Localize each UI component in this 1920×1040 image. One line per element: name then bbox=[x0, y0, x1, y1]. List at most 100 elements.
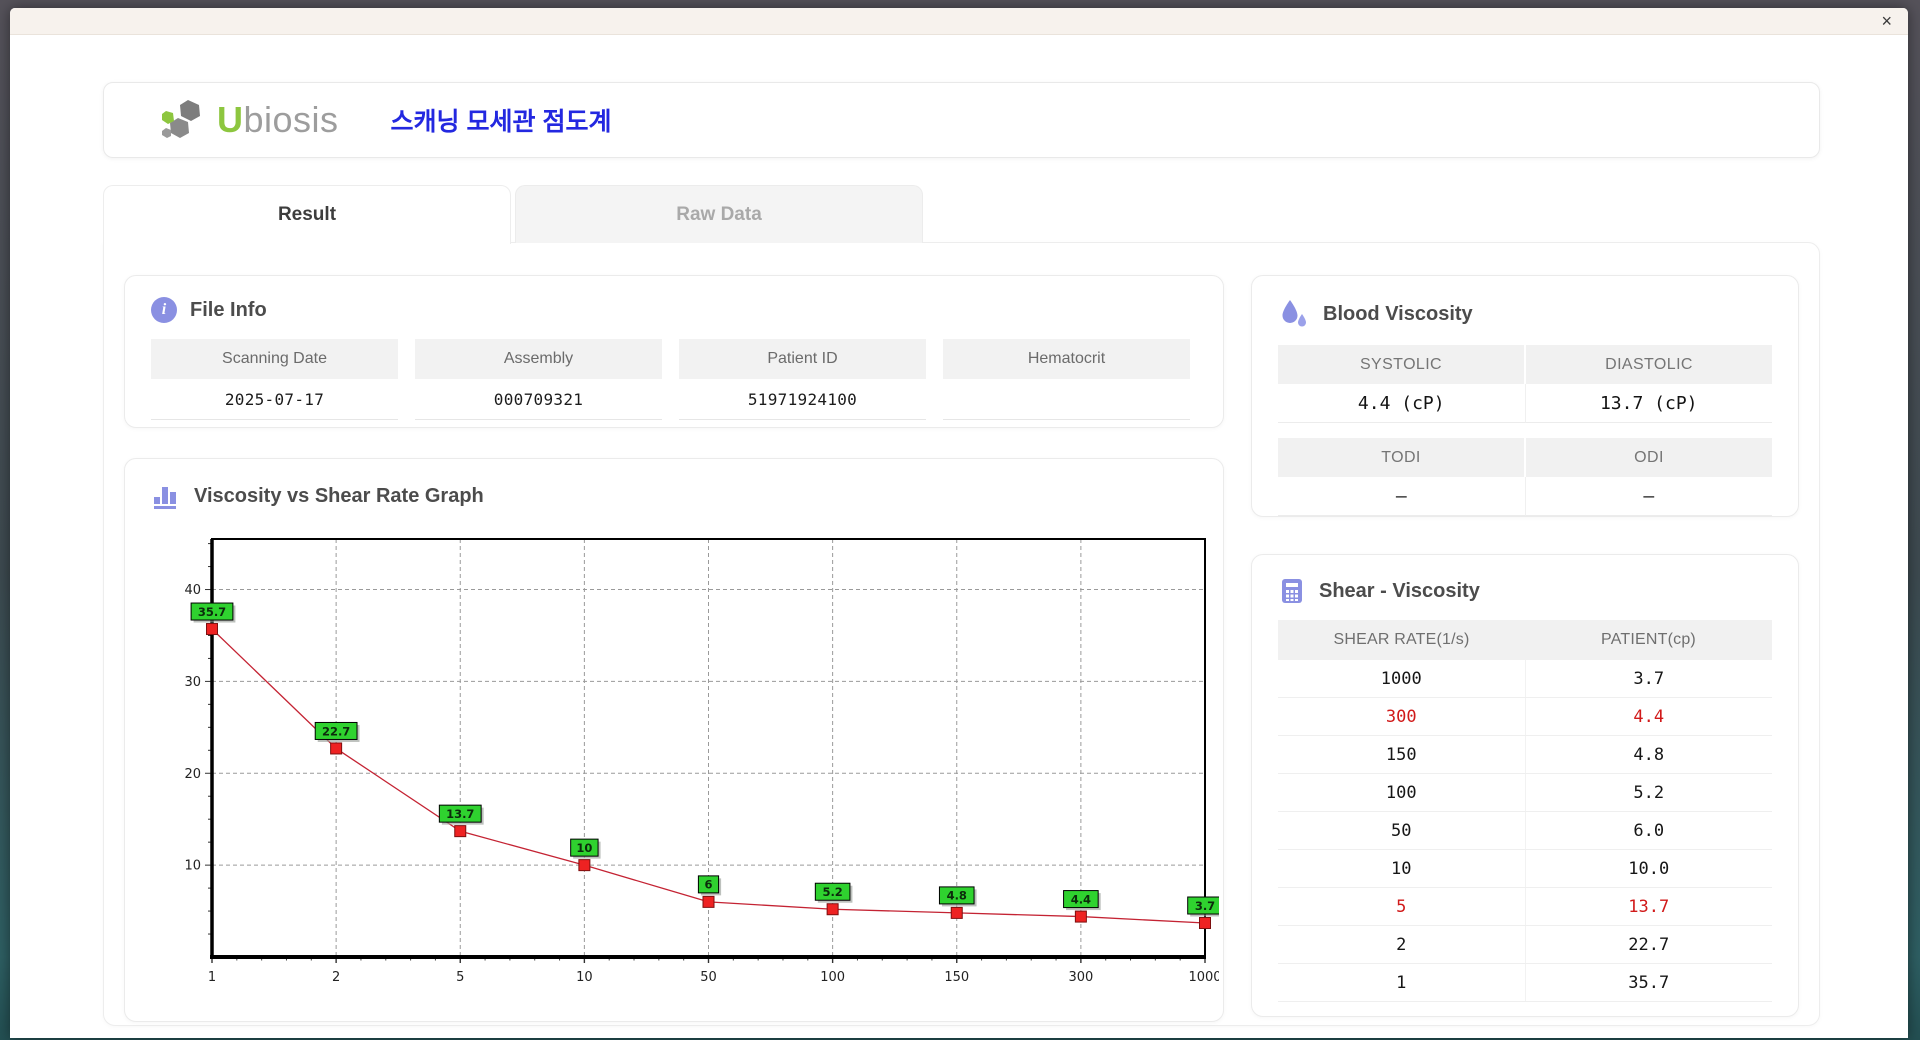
file-info-field: Hematocrit bbox=[943, 339, 1190, 420]
tab-result[interactable]: Result bbox=[103, 185, 511, 244]
brand-logo: Ubiosis bbox=[158, 94, 339, 146]
sv-patient-cell: 22.7 bbox=[1524, 926, 1773, 963]
sv-shear-cell: 1000 bbox=[1380, 668, 1422, 689]
bv-header-row: SYSTOLIC DIASTOLIC bbox=[1278, 345, 1772, 384]
bv-header-cell: ODI bbox=[1524, 438, 1772, 477]
bv-value-cell: – bbox=[1524, 477, 1772, 516]
table-row: 10 10.0 bbox=[1278, 850, 1772, 888]
viscosity-graph-card: Viscosity vs Shear Rate Graph 10 20 30 40 1 2… bbox=[124, 458, 1225, 1022]
sv-shear-cell: 300 bbox=[1385, 706, 1417, 727]
file-info-fields: Scanning Date 2025-07-17 Assembly 000709321… bbox=[151, 339, 1197, 420]
bv-header-row: TODI ODI bbox=[1278, 438, 1772, 477]
svg-text:20: 20 bbox=[184, 767, 201, 782]
blood-viscosity-group: SYSTOLIC DIASTOLIC 4.4 (cP) 13.7 (cP) bbox=[1278, 345, 1772, 423]
bv-header-cell: SYSTOLIC bbox=[1278, 345, 1524, 384]
sv-patient-cell: 4.4 bbox=[1524, 698, 1773, 735]
page-title: 스캐닝 모세관 점도계 bbox=[390, 108, 612, 136]
droplets-icon bbox=[1282, 300, 1306, 327]
sv-shear-cell: 2 bbox=[1396, 934, 1407, 955]
bv-header-cell: DIASTOLIC bbox=[1524, 345, 1772, 384]
bar-chart-icon bbox=[154, 487, 176, 509]
shear-viscosity-title: Shear - Viscosity bbox=[1319, 579, 1480, 602]
brand-text: Ubiosis bbox=[217, 99, 339, 141]
svg-text:6: 6 bbox=[704, 878, 712, 892]
shear-viscosity-table: SHEAR RATE(1/s) PATIENT(cp) 1000 3.7 300 4.4 1… bbox=[1278, 620, 1772, 1002]
bv-value-cell: 4.4 (cP) bbox=[1278, 384, 1525, 423]
bv-value-cell: – bbox=[1278, 477, 1525, 516]
svg-text:300: 300 bbox=[1068, 970, 1093, 985]
bv-value-row: 4.4 (cP) 13.7 (cP) bbox=[1278, 384, 1772, 423]
svg-text:5: 5 bbox=[456, 970, 464, 985]
sv-shear-cell: 150 bbox=[1385, 744, 1417, 765]
result-panel: i File Info Scanning Date 2025-07-17 Assem… bbox=[103, 242, 1820, 1026]
blood-viscosity-title: Blood Viscosity bbox=[1323, 302, 1473, 325]
shear-viscosity-card: Shear - Viscosity SHEAR RATE(1/s) PATIENT… bbox=[1251, 554, 1799, 1017]
table-row: 5 13.7 bbox=[1278, 888, 1772, 926]
bv-value-row: – – bbox=[1278, 477, 1772, 516]
close-icon[interactable]: × bbox=[1881, 12, 1892, 30]
header-card: Ubiosis 스캐닝 모세관 점도계 bbox=[103, 82, 1820, 158]
tab-bar: Result Raw Data bbox=[103, 185, 1820, 244]
brand-u: U bbox=[217, 99, 244, 140]
table-row: 300 4.4 bbox=[1278, 698, 1772, 736]
ubiosis-logo-icon bbox=[162, 100, 200, 138]
field-label: Hematocrit bbox=[943, 339, 1190, 379]
sv-patient-cell: 10.0 bbox=[1524, 850, 1773, 887]
table-row: 50 6.0 bbox=[1278, 812, 1772, 850]
svg-text:13.7: 13.7 bbox=[446, 807, 474, 821]
sv-shear-cell: 50 bbox=[1391, 820, 1412, 841]
app-window: × Ubiosis 스캐닝 모세관 점도계 Result Raw Data i … bbox=[10, 8, 1908, 1038]
sv-patient-cell: 5.2 bbox=[1524, 774, 1773, 811]
right-column: Blood Viscosity SYSTOLIC DIASTOLIC 4.4 (cP… bbox=[1251, 275, 1799, 1025]
blood-viscosity-card: Blood Viscosity SYSTOLIC DIASTOLIC 4.4 (cP… bbox=[1251, 275, 1799, 517]
table-row: 150 4.8 bbox=[1278, 736, 1772, 774]
sv-header-cell: SHEAR RATE(1/s) bbox=[1333, 631, 1470, 648]
brand-rest: biosis bbox=[243, 99, 339, 140]
bv-value-cell: 13.7 (cP) bbox=[1524, 384, 1772, 423]
svg-text:1000: 1000 bbox=[1188, 970, 1219, 985]
graph-title: Viscosity vs Shear Rate Graph bbox=[194, 484, 484, 507]
file-info-field: Scanning Date 2025-07-17 bbox=[151, 339, 398, 420]
svg-text:3.7: 3.7 bbox=[1195, 899, 1215, 913]
sv-shear-cell: 10 bbox=[1391, 858, 1412, 879]
field-label: Assembly bbox=[415, 339, 662, 379]
info-icon: i bbox=[151, 297, 177, 323]
blood-viscosity-table: SYSTOLIC DIASTOLIC 4.4 (cP) 13.7 (cP) TODI OD… bbox=[1278, 345, 1772, 516]
svg-text:150: 150 bbox=[944, 970, 969, 985]
table-row: 1 35.7 bbox=[1278, 964, 1772, 1002]
field-value: 2025-07-17 bbox=[151, 379, 398, 420]
titlebar: × bbox=[10, 8, 1908, 35]
svg-text:30: 30 bbox=[184, 675, 201, 690]
svg-text:4.8: 4.8 bbox=[947, 889, 967, 903]
svg-text:50: 50 bbox=[700, 970, 717, 985]
chart-svg: 10 20 30 40 1 2 5 10 50 100 150 300 1000 35.7 22.7 13.7… bbox=[184, 538, 1225, 985]
main-content: Ubiosis 스캐닝 모세관 점도계 Result Raw Data i Fi… bbox=[10, 35, 1908, 1026]
sv-header-cell: PATIENT(cp) bbox=[1601, 631, 1696, 648]
svg-text:10: 10 bbox=[184, 859, 201, 874]
svg-text:10: 10 bbox=[576, 970, 593, 985]
svg-text:5.2: 5.2 bbox=[822, 885, 842, 899]
sv-header-row: SHEAR RATE(1/s) PATIENT(cp) bbox=[1278, 620, 1772, 660]
table-row: 100 5.2 bbox=[1278, 774, 1772, 812]
left-column: i File Info Scanning Date 2025-07-17 Assem… bbox=[124, 275, 1225, 1025]
file-info-field: Patient ID 51971924100 bbox=[679, 339, 926, 420]
table-row: 2 22.7 bbox=[1278, 926, 1772, 964]
sv-patient-cell: 4.8 bbox=[1524, 736, 1773, 773]
blood-viscosity-group: TODI ODI – – bbox=[1278, 438, 1772, 516]
svg-text:1: 1 bbox=[208, 970, 216, 985]
viscosity-chart: 10 20 30 40 1 2 5 10 50 100 150 300 1000 35.7 22.7 13.7… bbox=[157, 529, 1225, 992]
svg-text:35.7: 35.7 bbox=[198, 605, 226, 619]
table-row: 1000 3.7 bbox=[1278, 660, 1772, 698]
tab-raw-data[interactable]: Raw Data bbox=[515, 185, 923, 243]
field-value bbox=[943, 379, 1190, 420]
file-info-title: File Info bbox=[190, 298, 267, 321]
svg-text:40: 40 bbox=[184, 583, 201, 598]
field-label: Scanning Date bbox=[151, 339, 398, 379]
svg-text:100: 100 bbox=[820, 970, 845, 985]
field-value: 51971924100 bbox=[679, 379, 926, 420]
svg-text:4.4: 4.4 bbox=[1071, 892, 1091, 906]
sv-patient-cell: 6.0 bbox=[1524, 812, 1773, 849]
sv-shear-cell: 1 bbox=[1396, 972, 1407, 993]
sv-patient-cell: 13.7 bbox=[1524, 888, 1773, 925]
sv-patient-cell: 35.7 bbox=[1524, 964, 1773, 1001]
